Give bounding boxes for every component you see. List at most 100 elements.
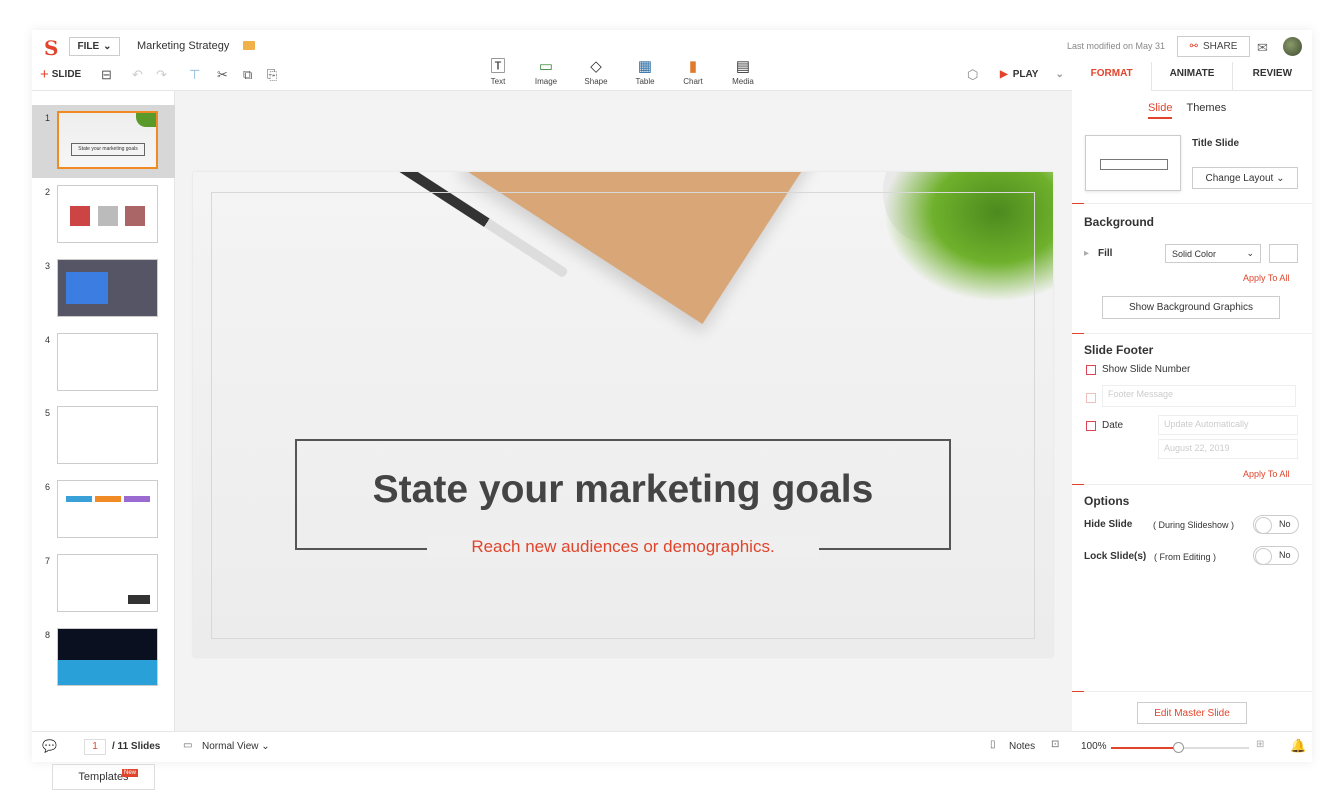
change-layout-button[interactable]: Change Layout ⌄ (1192, 167, 1298, 189)
subtab-slide[interactable]: Slide (1148, 102, 1173, 119)
date-mode-select[interactable]: Update Automatically (1158, 415, 1298, 435)
show-background-graphics-button[interactable]: Show Background Graphics (1102, 296, 1280, 319)
insert-label: Shape (584, 77, 608, 86)
tab-review[interactable]: REVIEW (1231, 62, 1312, 91)
notes-button[interactable]: Notes (1009, 741, 1035, 752)
slide-thumbnail-1[interactable]: 1 State your marketing goals (32, 105, 175, 178)
expand-icon[interactable]: ▸ (1084, 248, 1089, 259)
slide-number: 8 (45, 630, 51, 640)
slide-number: 7 (45, 556, 51, 566)
apply-to-all-link[interactable]: Apply To All (1243, 273, 1289, 283)
slide-count: / 11 Slides (112, 741, 161, 752)
insert-table-button[interactable]: ▦ Table (625, 57, 665, 86)
normal-view-icon: ▭ (183, 740, 193, 751)
date-checkbox[interactable] (1086, 421, 1096, 431)
hide-slide-label: Hide Slide (1084, 519, 1133, 530)
mail-icon[interactable]: ✉ (1257, 40, 1268, 56)
date-label: Date (1102, 420, 1124, 431)
lock-slide-toggle[interactable]: No (1253, 546, 1299, 565)
avatar[interactable] (1283, 37, 1302, 56)
insert-label: Image (534, 77, 558, 86)
app-window: S FILE ⌄ Marketing Strategy Last modified… (32, 30, 1312, 790)
insert-shape-button[interactable]: ◇ Shape (576, 57, 616, 86)
undo-icon[interactable]: ↶ (132, 67, 143, 83)
slide-footer-heading: Slide Footer (1084, 343, 1154, 357)
scissors-icon[interactable]: ✂ (217, 67, 228, 83)
slide-thumbnail-4[interactable]: 4 (32, 327, 175, 400)
share-label: SHARE (1202, 41, 1238, 52)
slide-thumbnail-2[interactable]: 2 (32, 179, 175, 252)
slide-frame (211, 192, 1035, 639)
slide-number: 2 (45, 187, 51, 197)
folder-icon[interactable] (243, 41, 255, 50)
chevron-down-icon[interactable]: ⌄ (1055, 69, 1063, 80)
zoom-level: 100% (1081, 741, 1107, 752)
hide-slide-note: ( During Slideshow ) (1153, 520, 1235, 530)
apply-to-all-footer-link[interactable]: Apply To All (1243, 469, 1289, 479)
zoom-slider-handle[interactable] (1173, 742, 1184, 753)
text-icon: 🅃 (490, 58, 506, 75)
show-slide-number-checkbox[interactable] (1086, 365, 1096, 375)
fit-icon[interactable]: ⊞ (1256, 739, 1264, 750)
add-slide-button[interactable]: + SLIDE (40, 65, 82, 83)
slide-subtitle[interactable]: Reach new audiences or demographics. (427, 537, 819, 557)
slide-title[interactable]: State your marketing goals (297, 468, 949, 512)
fill-type-value: Solid Color (1172, 248, 1217, 259)
edit-master-slide-button[interactable]: Edit Master Slide (1137, 702, 1247, 724)
media-icon: ▤ (735, 58, 751, 75)
slide-number: 4 (45, 335, 51, 345)
options-heading: Options (1084, 494, 1130, 508)
insert-text-button[interactable]: 🅃 Text (478, 57, 518, 86)
document-title[interactable]: Marketing Strategy (137, 40, 229, 52)
last-modified: Last modified on May 31 (1067, 41, 1166, 51)
slide-thumbnail-7[interactable]: 7 (32, 548, 175, 621)
tab-animate[interactable]: ANIMATE (1151, 62, 1232, 91)
view-select[interactable]: Normal View ⌄ (202, 741, 270, 752)
plus-icon: + (40, 65, 49, 83)
format-panel: Slide Themes Title Slide Change Layout ⌄ … (1072, 91, 1312, 731)
templates-button[interactable]: Templates New (52, 764, 155, 790)
insert-media-button[interactable]: ▤ Media (723, 57, 763, 86)
slide-editor[interactable]: State your marketing goals Reach new aud… (193, 172, 1053, 657)
slide-thumbnail-3[interactable]: 3 (32, 253, 175, 326)
zoom-slider-fill (1111, 747, 1176, 749)
lock-slide-note: ( From Editing ) (1154, 552, 1217, 562)
add-slide-label: SLIDE (51, 69, 82, 80)
copy-icon[interactable]: ⧉ (243, 67, 252, 83)
title-box[interactable]: State your marketing goals Reach new aud… (295, 439, 951, 557)
fill-type-select[interactable]: Solid Color ⌄ (1165, 244, 1261, 263)
date-value-select[interactable]: August 22, 2019 (1158, 439, 1298, 459)
play-button[interactable]: ▶ PLAY ⌄ (1000, 69, 1064, 80)
insert-chart-button[interactable]: ▮ Chart (673, 57, 713, 86)
slide-sorter-icon[interactable]: ⊡ (1051, 739, 1059, 750)
app-logo: S (44, 36, 59, 60)
image-icon: ▭ (538, 58, 554, 75)
chat-icon[interactable]: 💬 (42, 739, 57, 753)
share-button[interactable]: ⚯ SHARE (1177, 36, 1250, 57)
tab-format[interactable]: FORMAT (1072, 62, 1151, 91)
hide-slide-toggle[interactable]: No (1253, 515, 1299, 534)
footer-message-checkbox[interactable] (1086, 393, 1096, 403)
redo-icon[interactable]: ↷ (156, 67, 167, 83)
bell-icon[interactable]: 🔔 (1290, 738, 1306, 754)
format-painter-icon[interactable]: ⊤ (189, 67, 200, 83)
layout-icon[interactable]: ⊟ (101, 67, 112, 83)
slide-canvas: State your marketing goals Reach new aud… (175, 91, 1072, 731)
zoom-slider[interactable] (1111, 742, 1249, 753)
paste-icon[interactable]: ⎘ (267, 67, 277, 83)
page-number-input[interactable]: 1 (84, 739, 106, 755)
fill-color-picker[interactable] (1269, 244, 1298, 263)
file-menu-button[interactable]: FILE ⌄ (69, 37, 120, 56)
fill-label: Fill (1098, 248, 1113, 259)
settings-icon[interactable]: ⬡ (967, 67, 978, 83)
slide-thumbnail-5[interactable]: 5 (32, 400, 175, 473)
slide-thumbnail-8[interactable]: 8 (32, 622, 175, 695)
insert-label: Chart (683, 77, 703, 86)
play-label: PLAY (1012, 69, 1039, 80)
file-label: FILE (77, 41, 100, 52)
subtab-themes[interactable]: Themes (1186, 102, 1226, 119)
footer-message-input[interactable]: Footer Message (1102, 385, 1296, 407)
slide-thumbnail-6[interactable]: 6 (32, 474, 175, 547)
layout-preview (1085, 135, 1181, 191)
insert-image-button[interactable]: ▭ Image (526, 57, 566, 86)
